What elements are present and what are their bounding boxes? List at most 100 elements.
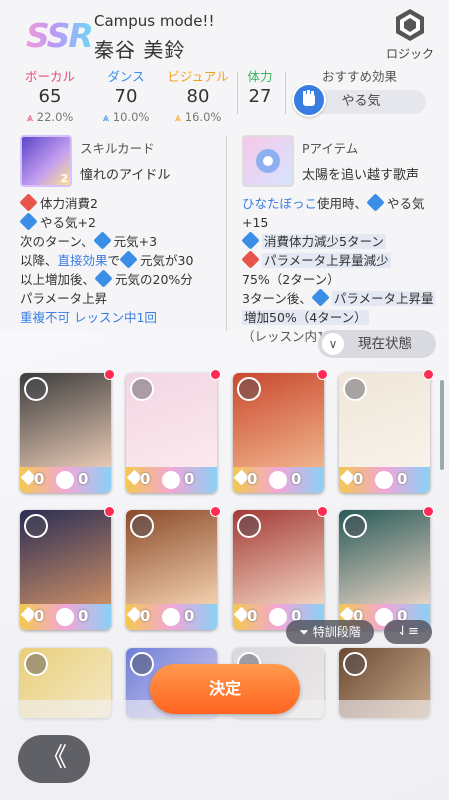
character-name: 秦谷 美鈴 <box>94 38 186 62</box>
param-up-icon <box>311 288 330 307</box>
new-badge-dot <box>423 369 434 380</box>
stat-dance-title: ダンス <box>107 69 145 84</box>
stat-stamina-value: 27 <box>248 86 272 107</box>
up-arrow-icon: ⩓ <box>26 110 34 124</box>
logic-label: ロジック <box>385 47 434 61</box>
cost-reduce-icon <box>241 231 260 250</box>
stat-vocal-title: ボーカル <box>24 69 75 84</box>
card-tile[interactable]: 00 <box>126 510 217 630</box>
genki-icon <box>92 231 112 250</box>
card-count: 0 <box>397 470 408 488</box>
card-level: 0 <box>353 470 364 488</box>
card-level: 0 <box>34 607 45 625</box>
rank-icon <box>343 652 367 676</box>
rank-icon <box>343 514 367 538</box>
clover-icon <box>162 471 180 489</box>
skill-card-image[interactable]: 2 <box>20 135 72 187</box>
card-tile[interactable]: 00 <box>339 510 430 630</box>
card-tile[interactable]: 00 <box>233 373 324 493</box>
card-count: 0 <box>78 607 89 625</box>
logic-icon <box>396 9 424 41</box>
stat-stamina: 体力 27 <box>228 66 292 107</box>
card-count: 0 <box>184 470 195 488</box>
rank-icon <box>24 514 48 538</box>
filter-icon: ⏷ <box>299 625 313 639</box>
p-item-line: パラメータ上昇量減少 <box>241 250 391 270</box>
skill-line: パラメータ上昇 <box>20 291 108 306</box>
clover-icon <box>269 608 287 626</box>
flower-icon <box>256 149 280 173</box>
mode-label: Campus mode!! <box>94 12 215 30</box>
skill-card-name: 憧れのアイドル <box>80 168 171 183</box>
genki-icon <box>94 269 113 288</box>
card-footer: 00 <box>233 467 324 493</box>
rank-icon <box>130 652 154 676</box>
new-badge-dot <box>104 369 115 380</box>
p-item-line: ひなたぼっこ使用時、 やる気 <box>242 193 425 213</box>
back-button[interactable]: 《 <box>18 735 90 783</box>
card-count: 0 <box>291 470 302 488</box>
card-footer: 00 <box>126 604 217 630</box>
stat-visual-bonus: ⩓ 16.0% <box>174 110 222 124</box>
recommended-title: おすすめ効果 <box>322 69 398 84</box>
clover-icon <box>162 608 180 626</box>
new-badge-dot <box>210 506 221 517</box>
stat-vocal-bonus: ⩓ 22.0% <box>26 110 74 124</box>
skill-card-badge: 2 <box>60 172 68 185</box>
logic-button[interactable]: ロジック <box>382 8 438 62</box>
new-badge-dot <box>423 506 434 517</box>
rank-icon <box>24 377 48 401</box>
card-footer: 00 <box>126 467 217 493</box>
p-item-image[interactable] <box>242 135 294 187</box>
card-level: 0 <box>140 607 151 625</box>
stat-dance-bonus: ⩓ 10.0% <box>102 110 150 124</box>
p-item-line: +15 <box>242 215 269 230</box>
stat-visual: ビジュアル 80 ⩓ 16.0% <box>166 66 230 125</box>
clover-icon <box>269 471 287 489</box>
chevron-down-icon: ∨ <box>322 333 344 355</box>
stat-stamina-title: 体力 <box>247 69 273 84</box>
clover-icon <box>375 471 393 489</box>
new-badge-dot <box>104 506 115 517</box>
p-item-line: 75%（2ターン） <box>242 272 340 287</box>
stat-dance-value: 70 <box>114 86 138 107</box>
scrollbar[interactable] <box>440 380 444 470</box>
card-tile[interactable]: 00 <box>20 373 111 493</box>
card-tile[interactable]: 00 <box>126 373 217 493</box>
rarity-badge: SSR <box>26 16 94 55</box>
skill-line-limit: 重複不可 レッスン中1回 <box>20 310 157 325</box>
p-item-name: 太陽を追い越す歌声 <box>302 168 420 183</box>
skill-line: やる気+2 <box>19 212 96 232</box>
rank-icon <box>343 377 367 401</box>
new-badge-dot <box>317 506 328 517</box>
skill-line: 以降、直接効果で 元気が30 <box>20 250 193 270</box>
training-stage-filter-button[interactable]: ⏷ 特訓段階 <box>286 620 374 644</box>
card-footer: 00 <box>339 467 430 493</box>
card-tile[interactable]: 00 <box>233 510 324 630</box>
divider <box>285 72 286 114</box>
card-footer: 00 <box>20 604 111 630</box>
card-level: 0 <box>247 470 258 488</box>
p-item-line: 消費体力減少5ターン <box>241 231 386 251</box>
skill-line: 以上増加後、 元気の20%分 <box>20 269 193 289</box>
card-level: 0 <box>140 470 151 488</box>
p-item-line: 3ターン後、 パラメータ上昇量 <box>242 288 436 308</box>
new-badge-dot <box>317 369 328 380</box>
confirm-button[interactable]: 決定 <box>150 664 300 714</box>
genki-icon <box>119 250 138 269</box>
skill-line: 体力消費2 <box>19 193 98 213</box>
clover-icon <box>56 608 74 626</box>
up-arrow-icon: ⩓ <box>174 110 182 124</box>
sort-button[interactable]: ⇃≡ <box>384 620 432 644</box>
card-tile[interactable]: 00 <box>20 510 111 630</box>
p-item-line: 増加50%（4ターン） <box>242 310 369 325</box>
card-level: 0 <box>247 607 258 625</box>
param-down-icon <box>241 250 260 269</box>
rank-icon <box>130 377 154 401</box>
new-badge-dot <box>210 369 221 380</box>
skill-line: 次のターン、 元気+3 <box>20 231 157 251</box>
clover-icon <box>56 471 74 489</box>
card-count: 0 <box>184 607 195 625</box>
card-tile[interactable]: 00 <box>339 373 430 493</box>
stat-vocal: ボーカル 65 ⩓ 22.0% <box>18 66 82 125</box>
